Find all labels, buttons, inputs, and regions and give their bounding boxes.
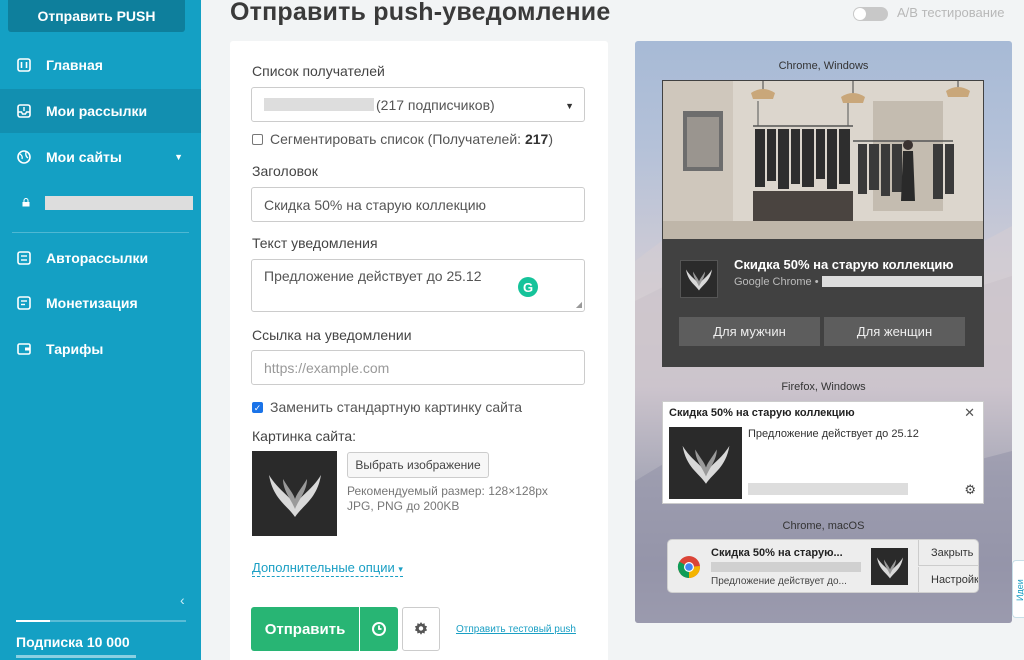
mac-close-button[interactable]: Закрыть [918,540,978,566]
firefox-windows-label: Firefox, Windows [781,381,866,393]
subscription-progress [16,620,186,622]
feedback-side-tab[interactable]: Идеи [1012,560,1024,618]
chrome-notification-url-redacted [822,276,982,287]
sidebar-item-label: Авторассылки [46,250,149,266]
settings-button[interactable] [402,607,440,651]
hint-size: Рекомендуемый размер: 128×128px [347,484,548,498]
send-push-button[interactable]: Отправить PUSH [8,0,185,32]
site-name-redacted [45,196,193,210]
notification-icon [669,427,742,499]
monetization-icon [16,295,32,311]
replace-image-checkbox[interactable]: ✓ [252,402,263,413]
notification-icon [871,548,908,585]
text-value: Предложение действует до 25.12 [264,268,482,284]
globe-icon [16,149,32,165]
sidebar-item-sites[interactable]: Мои сайты ▼ [0,135,201,179]
sidebar-item-label: Монетизация [46,295,138,311]
firefox-notification-title: Скидка 50% на старую коллекцию [669,407,855,419]
send-button[interactable]: Отправить [251,607,359,651]
close-icon[interactable]: ✕ [964,405,975,421]
ab-testing-toggle[interactable] [853,7,888,21]
chevron-down-icon: ▼ [174,152,183,162]
more-options-link[interactable]: Дополнительные опции ▾ [252,560,403,577]
choose-image-button[interactable]: Выбрать изображение [347,452,489,478]
sidebar-divider [12,232,189,233]
grammarly-icon[interactable]: G [518,277,538,297]
mac-notification-body: Предложение действует до... [711,576,847,587]
chrome-logo-icon [677,555,701,579]
schedule-button[interactable] [360,607,398,651]
brand-logo-icon [268,474,321,517]
chrome-mac-preview: Скидка 50% на старую... Предложение дейс… [667,539,979,593]
link-input[interactable]: https://example.com [251,350,585,385]
gear-icon[interactable]: ⚙ [964,482,976,498]
list-name-redacted [264,98,374,111]
chrome-notification-title: Скидка 50% на старую коллекцию [734,257,954,272]
clock-icon [372,622,386,636]
gear-icon [414,622,428,635]
sidebar-item-label: Мои сайты [46,149,122,165]
inbox-icon [16,103,32,119]
push-form: Список получателей (217 подписчиков) ▼ С… [230,41,608,660]
chrome-notification-source: Google Chrome • [734,276,819,288]
title-label: Заголовок [252,163,318,179]
recipients-select[interactable]: (217 подписчиков) ▼ [251,87,585,122]
sidebar: Отправить PUSH Главная Мои рассылки Мои … [0,0,201,660]
sidebar-item-tariffs[interactable]: Тарифы [0,327,201,371]
chrome-windows-preview: Скидка 50% на старую коллекцию Google Ch… [662,80,984,367]
text-textarea[interactable]: Предложение действует до 25.12 G ◢ [251,259,585,312]
firefox-notification-body: Предложение действует до 25.12 [748,428,919,440]
link-label: Ссылка на уведомлении [252,327,412,343]
sidebar-item-label: Тарифы [46,341,104,357]
sidebar-item-monetization[interactable]: Монетизация [0,281,201,325]
send-test-push-link[interactable]: Отправить тестовый push [456,624,576,635]
page-title: Отправить push-уведомление [230,0,611,26]
notification-hero-image [663,81,983,239]
sidebar-item-mailings[interactable]: Мои рассылки [0,89,201,133]
site-image [252,451,337,536]
site-image-label: Картинка сайта: [252,428,357,444]
button-women[interactable]: Для женщин [824,317,965,346]
sidebar-item-automail[interactable]: Авторассылки [0,236,201,280]
text-label: Текст уведомления [252,235,378,251]
wallet-icon [16,341,32,357]
recipients-label: Список получателей [252,63,385,79]
chevron-down-icon: ▼ [565,101,574,111]
mac-settings-button[interactable]: Настройки [918,567,978,592]
auto-mail-icon [16,250,32,266]
resize-handle-icon[interactable]: ◢ [576,300,582,309]
title-input[interactable]: Скидка 50% на старую коллекцию [251,187,585,222]
chrome-windows-label: Chrome, Windows [778,60,869,72]
dashboard-icon [16,57,32,73]
chrome-mac-label: Chrome, macOS [782,520,865,532]
hint-format: JPG, PNG до 200KB [347,499,460,513]
replace-image-label: Заменить стандартную картинку сайта [270,399,523,415]
collapse-sidebar-icon[interactable]: ‹ [180,592,185,608]
firefox-windows-preview: Скидка 50% на старую коллекцию ✕ Предлож… [662,401,984,504]
notification-icon [680,260,718,298]
mac-notification-url-redacted [711,562,861,572]
sidebar-item-home[interactable]: Главная [0,43,201,87]
segment-label: Сегментировать список (Получателей: 217) [270,131,553,147]
sidebar-item-label: Мои рассылки [46,103,148,119]
recipients-value: (217 подписчиков) [376,96,495,113]
firefox-notification-url-redacted [748,483,908,495]
sidebar-item-label: Главная [46,57,103,73]
subscription-label: Подписка 10 000 [16,634,130,650]
button-men[interactable]: Для мужчин [679,317,820,346]
sidebar-subitem-site[interactable] [0,188,201,218]
lock-icon [22,197,32,209]
subscription-subtext [16,655,136,658]
preview-panel: Chrome, Windows Скидка 50% на старую кол… [635,41,1012,623]
mac-notification-title: Скидка 50% на старую... [711,547,843,559]
ab-testing-label: A/B тестирование [897,5,1005,20]
segment-checkbox[interactable] [252,134,263,145]
caret-down-icon: ▾ [398,564,403,574]
